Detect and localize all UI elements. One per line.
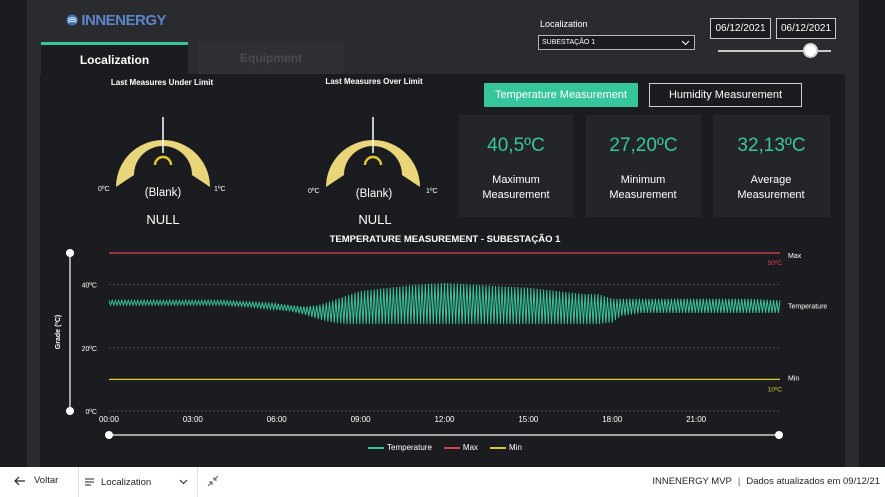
y-tick-label: 0ºC [85,409,97,416]
x-range-slider-left-handle[interactable] [105,431,113,439]
collapse-icon[interactable] [207,475,219,487]
min-line-value: 10ºC [768,386,783,393]
series-end-label: Temperature [788,304,827,311]
chart-legend: Temperature Max Min [368,443,522,452]
x-tick-label: 15:00 [518,415,539,424]
x-tick-label: 09:00 [351,415,372,424]
x-tick-label: 12:00 [434,415,455,424]
back-button[interactable]: Voltar [14,475,58,486]
max-line-name: Max [788,253,802,260]
legend-temperature-label: Temperature [387,443,432,452]
chevron-down-icon [179,479,188,485]
temperature-chart: 50ºC Max 10ºC Min Temperature 40ºC 20ºC 0ºC00:… [55,249,827,439]
temperature-series-line [108,282,781,325]
legend-temperature: Temperature [368,443,432,452]
bottom-bar: Voltar Localization INNENERGY MVP | Dado… [0,467,885,497]
legend-max: Max [443,443,479,452]
x-tick-label: 06:00 [267,415,288,424]
data-updated: Dados atualizados em 09/12/21 [746,476,880,487]
y-tick-label: 40ºC [82,283,97,290]
page-navigator[interactable]: Localization [78,467,198,497]
x-range-slider-right-handle[interactable] [775,431,783,439]
y-axis-label: Grade (ºC) [55,315,62,349]
app-name: INNENERGY MVP [652,476,732,487]
y-range-slider-top-handle[interactable] [66,249,74,257]
legend-min-label: Min [509,443,522,452]
status-text: INNENERGY MVP | Dados atualizados em 09/… [652,476,880,487]
x-tick-label: 00:00 [99,415,120,424]
min-line-name: Min [788,375,799,382]
max-line-value: 50ºC [768,260,783,267]
x-tick-label: 03:00 [183,415,204,424]
back-label: Voltar [34,475,59,486]
legend-min: Min [490,443,522,452]
list-icon [85,478,94,486]
status-divider: | [737,476,741,487]
page-name: Localization [101,476,152,488]
legend-max-label: Max [462,443,479,452]
arrow-left-icon [14,476,25,485]
y-range-slider-bottom-handle[interactable] [66,407,74,415]
x-tick-label: 18:00 [602,415,623,424]
y-tick-label: 20ºC [82,346,97,353]
x-tick-label: 21:00 [686,415,707,424]
